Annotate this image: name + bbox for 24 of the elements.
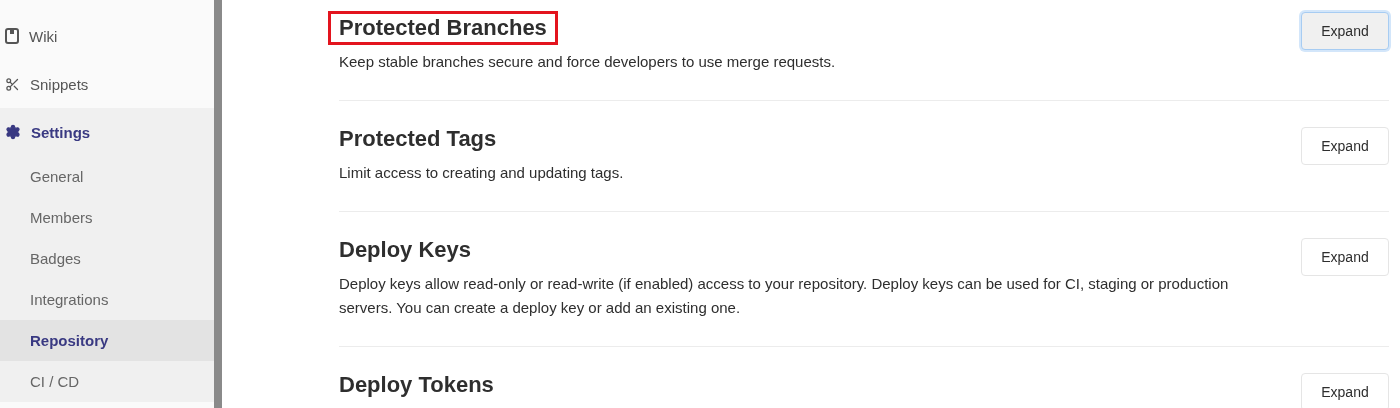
sidebar-item[interactable]: Wiki xyxy=(0,12,214,60)
sidebar-subitem[interactable]: CI / CD xyxy=(0,361,214,402)
scrollbar[interactable] xyxy=(214,0,222,408)
section-title: Deploy Keys xyxy=(339,236,472,264)
scissors-icon xyxy=(5,76,20,92)
expand-button[interactable]: Expand xyxy=(1301,12,1389,50)
section-description: Keep stable branches secure and force developers to use merge requests. xyxy=(339,52,836,72)
section-description: Limit access to creating and updating tags. xyxy=(339,163,624,183)
sidebar-subitem[interactable]: Integrations xyxy=(0,279,214,320)
sidebar-item[interactable]: Settings xyxy=(0,108,214,156)
expand-button[interactable]: Expand xyxy=(1301,373,1389,408)
sidebar-subitem[interactable]: Badges xyxy=(0,238,214,279)
section-title: Protected Branches xyxy=(331,14,555,42)
section-title: Deploy Tokens xyxy=(339,371,494,399)
expand-button[interactable]: Expand xyxy=(1301,127,1389,165)
section-description: Deploy keys allow read-only or read-write (if enabled) access to your repository. Deploy keys can be used for CI, staging or production servers. You can create a deploy key or add an existing one. xyxy=(339,274,1230,318)
expand-button[interactable]: Expand xyxy=(1301,238,1389,276)
sidebar-subitem[interactable]: Members xyxy=(0,197,214,238)
settings-icon xyxy=(5,124,21,140)
sidebar-subitem[interactable]: General xyxy=(0,156,214,197)
book-icon xyxy=(5,28,19,44)
section-title: Protected Tags xyxy=(339,125,497,153)
sidebar-item[interactable]: Snippets xyxy=(0,60,214,108)
sidebar-subitem[interactable]: Repository xyxy=(0,320,214,361)
